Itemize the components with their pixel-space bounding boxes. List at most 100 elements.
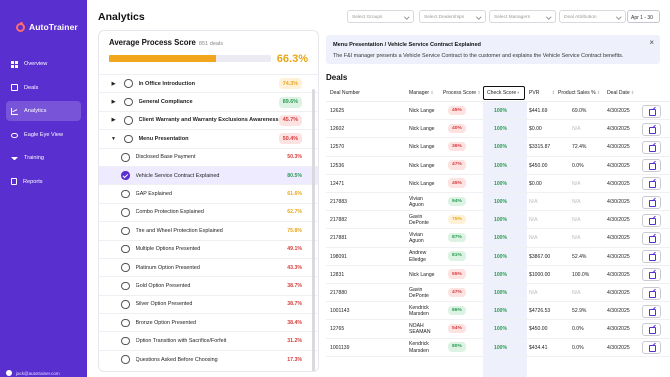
open-deal-button[interactable]	[642, 250, 661, 264]
table-row[interactable]: 12602 Nick Lange 40% 100% $0.00 N/A 4/30/2025	[326, 120, 670, 139]
app-logo[interactable]: AutoTrainer	[16, 21, 78, 32]
sidebar-item-training[interactable]: Training	[6, 148, 81, 168]
sidebar-item-overview[interactable]: Overview	[6, 54, 81, 74]
dealerships-filter[interactable]: Select Dealerships	[419, 10, 486, 23]
select-radio[interactable]	[121, 226, 130, 236]
table-row[interactable]: 12536 Nick Lange 47% 100% $450.00 0.0% 4/30/20…	[326, 157, 670, 175]
open-deal-button[interactable]	[642, 231, 661, 245]
select-radio[interactable]	[121, 336, 130, 346]
col-deal-date[interactable]: Deal Date⇕	[607, 90, 634, 96]
step-row[interactable]: Gold Option Presented 38.7%	[99, 276, 318, 294]
table-row[interactable]: 217880 Gavin DePonte 47% 100% N/A N/A 4/30/202…	[326, 284, 670, 303]
chevron-right-icon[interactable]: ▶	[109, 81, 118, 87]
sidebar-item-analytics[interactable]: Analytics	[6, 101, 81, 121]
category-row[interactable]: ▶ General Compliance 89.6%	[99, 92, 318, 110]
select-radio[interactable]	[124, 79, 133, 88]
open-deal-button[interactable]	[642, 304, 661, 318]
select-radio[interactable]	[121, 263, 130, 272]
select-radio[interactable]	[121, 171, 130, 180]
step-row[interactable]: Vehicle Service Contract Explained 80.5%	[99, 165, 318, 185]
sidebar-item-eagle-eye-view[interactable]: Eagle Eye View	[6, 125, 81, 145]
close-icon[interactable]: ×	[649, 38, 654, 47]
table-row[interactable]: 12570 Nick Lange 36% 100% $3315.87 72.4% 4/30/…	[326, 138, 670, 157]
step-row[interactable]: Multiple Options Presented 49.1%	[99, 239, 318, 258]
deal-date: 4/30/2025	[607, 326, 630, 333]
open-deal-button[interactable]	[642, 122, 661, 136]
select-radio[interactable]	[121, 244, 130, 254]
select-radio[interactable]	[124, 134, 133, 144]
process-score-badge: 45%	[448, 105, 466, 116]
open-deal-button[interactable]	[642, 286, 661, 300]
open-deal-button[interactable]	[642, 177, 661, 191]
step-row[interactable]: GAP Explained 61.6%	[99, 184, 318, 202]
step-row[interactable]: Option Transition with Sacrifice/Forfeit…	[99, 331, 318, 349]
table-row[interactable]: 198091 Andrew Elledge 81% 100% $3867.00 52.4%…	[326, 248, 670, 266]
select-radio[interactable]	[124, 97, 133, 107]
open-deal-button[interactable]	[642, 322, 661, 336]
table-row[interactable]: 12831 Nick Lange 55% 100% $1000.00 100.0% 4/30…	[326, 266, 670, 284]
open-deal-button[interactable]	[642, 104, 661, 118]
select-radio[interactable]	[121, 300, 130, 309]
table-row[interactable]: 12765 NOAH SEAMAN 54% 100% $450.00 0.0% 4/30/2…	[326, 320, 670, 339]
open-deal-button[interactable]	[642, 140, 661, 154]
sidebar-item-reports[interactable]: Reports	[6, 172, 81, 192]
chevron-down-icon[interactable]: ▼	[109, 136, 118, 142]
table-row[interactable]: 217881 Vivian Aguon 87% 100% N/A N/A 4/30/2025	[326, 229, 670, 248]
chevron-right-icon[interactable]: ▶	[109, 117, 118, 123]
col-manager[interactable]: Manager⇕	[409, 90, 434, 96]
select-radio[interactable]	[121, 208, 130, 217]
open-deal-button[interactable]	[642, 159, 661, 173]
deal-number: 217881	[330, 235, 347, 242]
chevron-right-icon[interactable]: ▶	[109, 99, 118, 105]
select-radio[interactable]	[121, 318, 130, 328]
scrollbar[interactable]	[312, 89, 315, 371]
banner-text: The F&I manager presents a Vehicle Servi…	[333, 53, 624, 59]
table-row[interactable]: 12471 Nick Lange 45% 100% $0.00 N/A 4/30/2025	[326, 175, 670, 193]
groups-filter[interactable]: Select Groups	[347, 10, 414, 23]
sidebar-item-deals[interactable]: Deals	[6, 78, 81, 98]
sidebar-nav: Overview Deals Analytics Eagle Eye View Trai…	[6, 54, 81, 195]
table-row[interactable]: 1001143 Kendrick Marsden 86% 100% $4726.53 52…	[326, 302, 670, 321]
col-process-score[interactable]: Process Score⇕	[443, 90, 481, 96]
score-value: 75.8%	[287, 227, 302, 234]
step-row[interactable]: Silver Option Presented 38.7%	[99, 294, 318, 313]
process-score-badge: 40%	[448, 123, 466, 134]
table-row[interactable]: 217883 Vivian Aguon 94% 100% N/A N/A 4/30/2025	[326, 193, 670, 212]
table-row[interactable]: 1001139 Kendrick Marsden 80% 100% $434.41 0.0…	[326, 339, 670, 357]
open-deal-button[interactable]	[642, 195, 661, 209]
table-row[interactable]: 12625 Nick Lange 45% 100% $441.69 69.0% 4/30/2…	[326, 102, 670, 121]
category-row[interactable]: ▶ Client Warranty and Warranty Exclusions…	[99, 110, 318, 129]
select-radio[interactable]	[124, 116, 133, 125]
pvr-value: $3867.00	[529, 253, 551, 260]
score-value: 38.7%	[287, 301, 302, 308]
deal-number: 12765	[330, 326, 345, 333]
step-row[interactable]: Tire and Wheel Protection Explained 75.8%	[99, 221, 318, 239]
col-check-score[interactable]: Check Score▾	[487, 90, 519, 96]
select-radio[interactable]	[121, 355, 130, 364]
select-radio[interactable]	[121, 153, 130, 162]
select-radio[interactable]	[121, 281, 130, 291]
col-deal-number[interactable]: Deal Number	[330, 90, 360, 96]
table-row[interactable]: 217882 Gavin DePonte 75% 100% N/A N/A 4/30/202…	[326, 211, 670, 230]
open-deal-button[interactable]	[642, 268, 661, 282]
col-pvr[interactable]: PVR ⇕	[529, 90, 555, 96]
date-range-button[interactable]: Apr 1 - 30	[627, 10, 660, 23]
managers-filter[interactable]: Select Managers	[489, 10, 556, 23]
process-score-card: Average Process Score 851 deals 66.3% ▶ In…	[98, 30, 319, 372]
open-deal-button[interactable]	[642, 341, 661, 355]
banner-title: Menu Presentation / Vehicle Service Cont…	[333, 42, 481, 48]
select-radio[interactable]	[121, 189, 130, 199]
step-row[interactable]: Questions Asked Before Choosing 17.3%	[99, 349, 318, 368]
deal-attribution-filter[interactable]: Deal Attribution	[559, 10, 626, 23]
step-row[interactable]: Platinum Option Presented 43.3%	[99, 257, 318, 276]
user-menu[interactable]: jack@autotrainer.com	[6, 370, 60, 376]
open-deal-button[interactable]	[642, 213, 661, 227]
step-row[interactable]: Bronze Option Presented 38.4%	[99, 313, 318, 331]
step-row[interactable]: Combo Protection Explained 62.7%	[99, 202, 318, 221]
category-row[interactable]: ▼ Menu Presentation 50.4%	[99, 129, 318, 147]
step-row[interactable]: Disclosed Base Payment 50.3%	[99, 147, 318, 166]
deal-date: 4/30/2025	[607, 344, 630, 351]
category-row[interactable]: ▶ In Office Introduction 74.3%	[99, 74, 318, 92]
col-product-sales[interactable]: Product Sales %⇕	[558, 90, 600, 96]
product-sales-value: N/A	[572, 290, 581, 296]
